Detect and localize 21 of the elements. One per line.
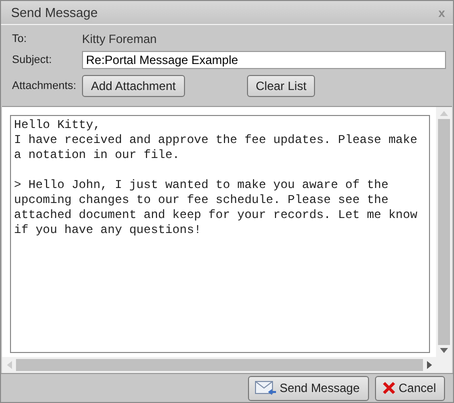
attachments-label: Attachments: (12, 80, 78, 92)
window-title: Send Message (11, 5, 98, 20)
recipient-name: Kitty Foreman (82, 32, 157, 46)
send-message-button[interactable]: Send Message (248, 376, 369, 400)
scroll-right-icon[interactable] (427, 361, 432, 369)
add-attachment-button[interactable]: Add Attachment (82, 75, 185, 97)
scrollbar-thumb[interactable] (16, 359, 423, 371)
envelope-icon (254, 380, 277, 396)
vertical-scrollbar[interactable] (436, 107, 452, 357)
horizontal-scrollbar[interactable] (2, 357, 452, 373)
close-icon (382, 381, 396, 395)
scrollbar-thumb[interactable] (438, 119, 450, 345)
subject-field[interactable]: Re:Portal Message Example (82, 51, 446, 69)
message-field[interactable]: Hello Kitty, I have received and approve the fee updates. Please make a notation in our file. > Hello John, I just wanted to make you aware of the upcoming changes to our fee schedule. Please see the attached document and keep for your records. Let me know if you have any questions! (10, 115, 430, 353)
scroll-down-icon[interactable] (440, 348, 448, 353)
scroll-left-icon[interactable] (7, 361, 12, 369)
to-label: To: (12, 33, 28, 45)
cancel-button[interactable]: Cancel (374, 376, 445, 400)
clear-list-button[interactable]: Clear List (246, 75, 316, 97)
scroll-up-icon[interactable] (440, 111, 448, 116)
subject-label: Subject: (12, 54, 53, 66)
